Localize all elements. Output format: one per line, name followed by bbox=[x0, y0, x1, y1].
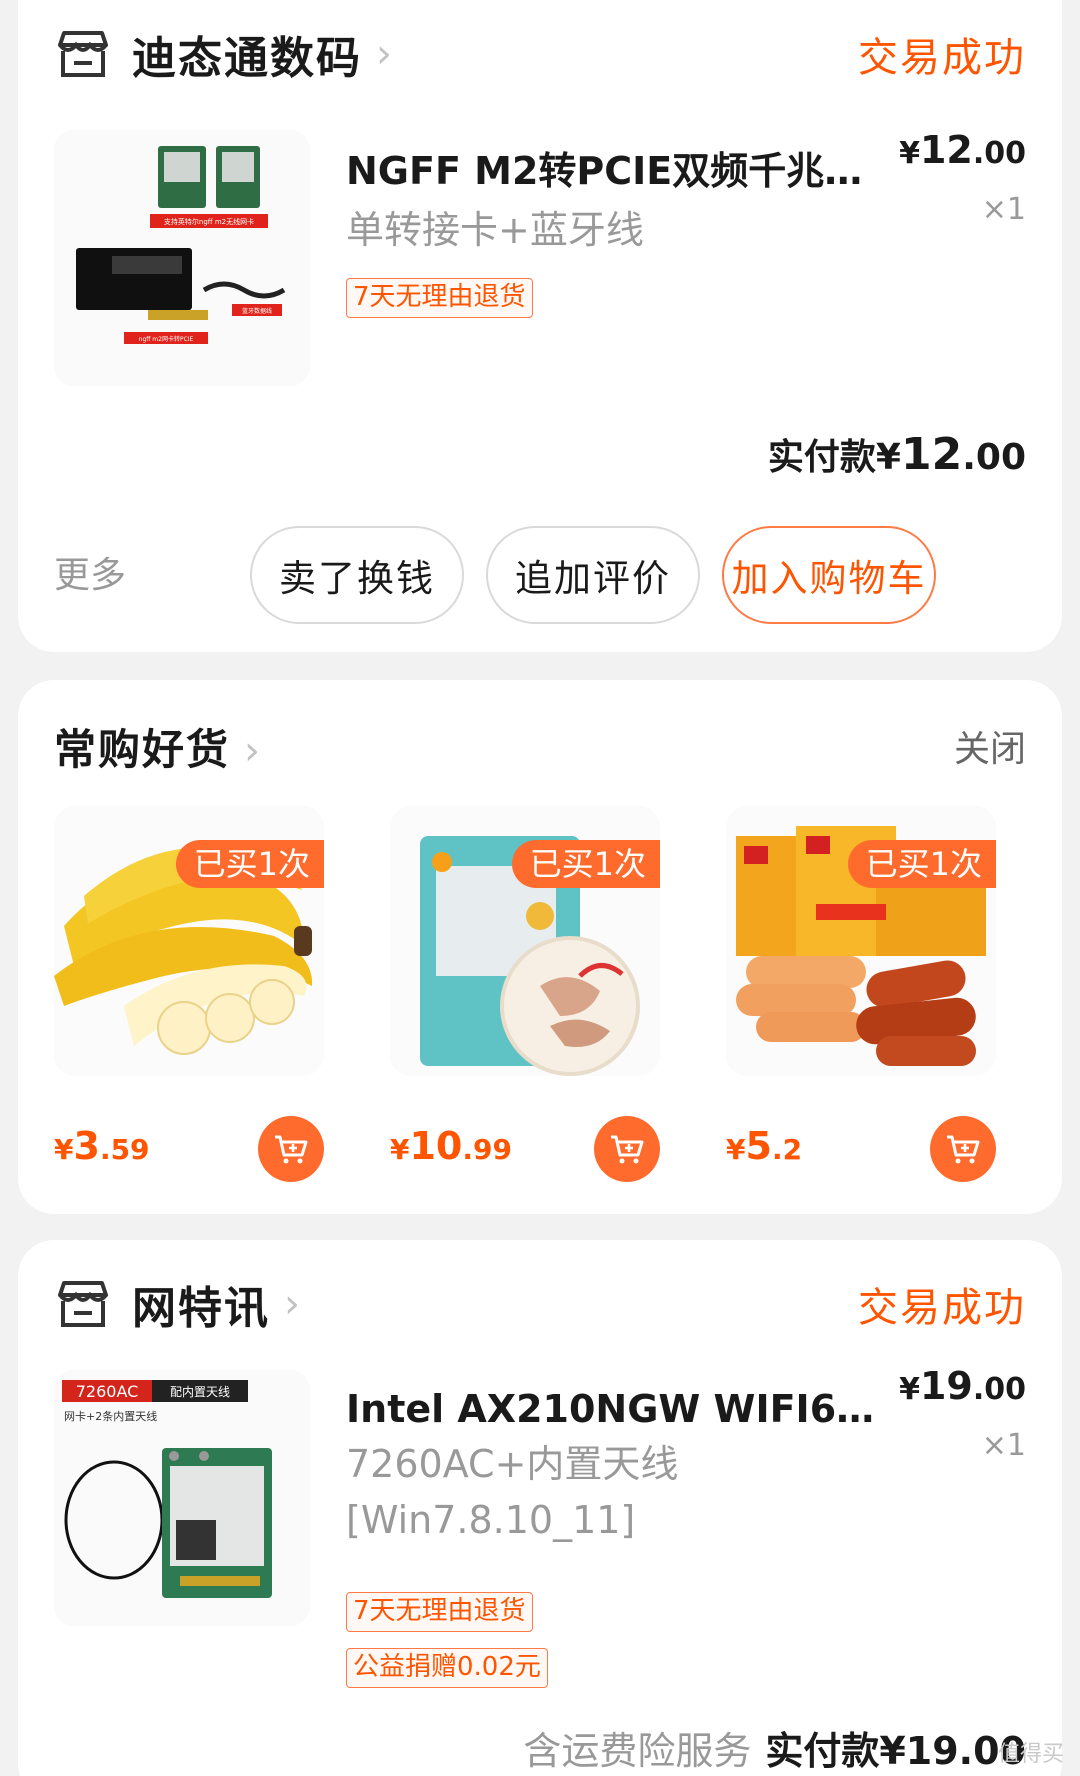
chevron-right-icon: › bbox=[376, 31, 392, 77]
more-button[interactable]: 更多 bbox=[54, 546, 126, 598]
section-title[interactable]: 常购好货 › bbox=[54, 716, 262, 777]
product-image[interactable]: 7260AC 配内置天线 网卡+2条内置天线 bbox=[54, 1370, 310, 1626]
product-image[interactable]: 支持英特尔ngff m2无线网卡 蓝牙数据线 ngff m2网卡转PCIE bbox=[54, 130, 310, 386]
return-policy-tag: 7天无理由退货 bbox=[346, 1592, 533, 1632]
watermark: 值得买 bbox=[997, 1742, 1064, 1767]
paid-amount: 含运费险服务 实付款¥19.00 bbox=[523, 1729, 1026, 1773]
product-title[interactable]: Intel AX210NGW WIFI6E千… bbox=[346, 1378, 896, 1433]
wifi-card-image: 7260AC 配内置天线 网卡+2条内置天线 bbox=[54, 1370, 310, 1626]
product-sku: 7260AC+内置天线 bbox=[346, 1442, 679, 1486]
image-label: 网卡+2条内置天线 bbox=[64, 1409, 157, 1423]
return-policy-tag: 7天无理由退货 bbox=[346, 278, 533, 318]
shop-header[interactable]: 迪态通数码 › 交易成功 bbox=[54, 24, 1026, 84]
add-review-button[interactable]: 追加评价 bbox=[486, 526, 700, 624]
bought-count-badge: 已买1次 bbox=[175, 840, 324, 888]
recommended-item[interactable]: 已买1次 ¥3.59 bbox=[54, 806, 324, 1182]
product-sku: 单转接卡+蓝牙线 bbox=[346, 208, 644, 252]
product-image[interactable]: 已买1次 bbox=[54, 806, 324, 1076]
bought-count-badge: 已买1次 bbox=[847, 840, 996, 888]
quantity: ×1 bbox=[981, 192, 1026, 227]
unit-price: ¥19.00 bbox=[899, 1364, 1026, 1408]
image-label: 蓝牙数据线 bbox=[242, 307, 272, 315]
add-to-cart-icon[interactable] bbox=[258, 1116, 324, 1182]
close-button[interactable]: 关闭 bbox=[954, 720, 1026, 772]
image-label: 支持英特尔ngff m2无线网卡 bbox=[164, 217, 254, 226]
order-status: 交易成功 bbox=[858, 1285, 1026, 1331]
store-icon bbox=[58, 1281, 108, 1327]
add-to-cart-icon[interactable] bbox=[594, 1116, 660, 1182]
adapter-card-image: 支持英特尔ngff m2无线网卡 蓝牙数据线 ngff m2网卡转PCIE bbox=[54, 130, 310, 386]
add-to-cart-button[interactable]: 加入购物车 bbox=[722, 526, 936, 624]
store-icon bbox=[58, 31, 108, 77]
shop-name[interactable]: 迪态通数码 bbox=[132, 22, 362, 86]
image-label: 配内置天线 bbox=[170, 1385, 230, 1399]
item-price: ¥3.59 bbox=[54, 1124, 150, 1168]
product-sku-os: [Win7.8.10_11] bbox=[346, 1498, 636, 1542]
sell-for-cash-button[interactable]: 卖了换钱 bbox=[250, 526, 464, 624]
image-label: ngff m2网卡转PCIE bbox=[139, 335, 194, 343]
bought-count-badge: 已买1次 bbox=[511, 840, 660, 888]
shop-name[interactable]: 网特讯 bbox=[132, 1272, 270, 1336]
item-price: ¥5.2 bbox=[726, 1124, 803, 1168]
recommended-item[interactable]: 已买1次 ¥5.2 bbox=[726, 806, 996, 1182]
add-to-cart-icon[interactable] bbox=[930, 1116, 996, 1182]
unit-price: ¥12.00 bbox=[899, 128, 1026, 172]
charity-tag: 公益捐赠0.02元 bbox=[346, 1648, 548, 1688]
shop-header[interactable]: 网特讯 › 交易成功 bbox=[54, 1274, 1026, 1334]
product-title[interactable]: NGFF M2转PCIE双频千兆无… bbox=[346, 140, 896, 195]
chevron-right-icon: › bbox=[244, 728, 263, 774]
quantity: ×1 bbox=[981, 1428, 1026, 1463]
order-status: 交易成功 bbox=[858, 35, 1026, 81]
order-card: 迪态通数码 › 交易成功 支持英特尔ngff m2无线网卡 蓝牙数据线 ngff… bbox=[18, 0, 1062, 652]
shipping-insurance-note: 含运费险服务 bbox=[523, 1729, 752, 1773]
product-image[interactable]: 已买1次 bbox=[726, 806, 996, 1076]
item-price: ¥10.99 bbox=[390, 1124, 512, 1168]
product-image[interactable]: 已买1次 bbox=[390, 806, 660, 1076]
chevron-right-icon: › bbox=[284, 1281, 300, 1327]
paid-amount: 实付款¥12.00 bbox=[767, 429, 1026, 480]
frequent-goods-card: 常购好货 › 关闭 已买1次 ¥3.59 已买1次 ¥10.99 已买1次 ¥5… bbox=[18, 680, 1062, 1214]
order-card: 网特讯 › 交易成功 7260AC 配内置天线 网卡+2条内置天线 Intel … bbox=[18, 1240, 1062, 1776]
image-label: 7260AC bbox=[76, 1382, 139, 1401]
recommended-item[interactable]: 已买1次 ¥10.99 bbox=[390, 806, 660, 1182]
